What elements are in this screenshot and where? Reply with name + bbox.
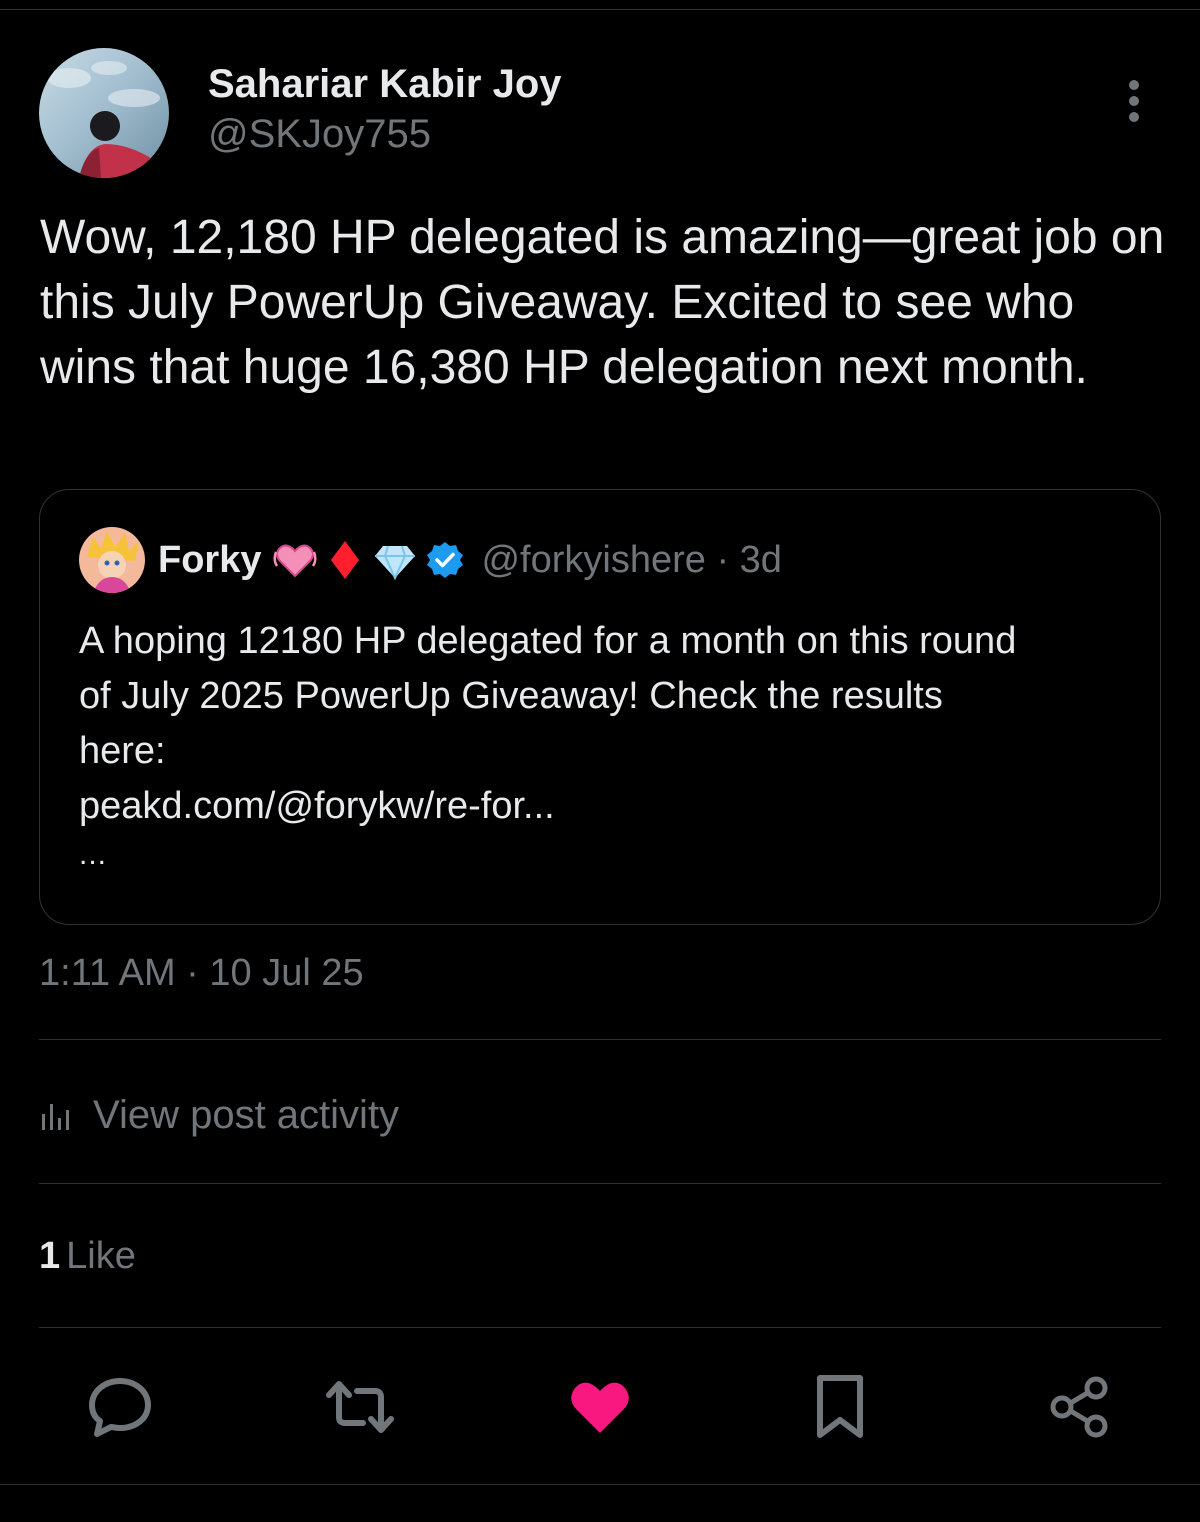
view-post-activity-button[interactable]: View post activity xyxy=(39,1085,399,1145)
bottom-divider xyxy=(0,1484,1200,1485)
author-avatar[interactable] xyxy=(39,48,169,178)
quote-handle-and-time: @forkyishere · 3d xyxy=(481,538,782,581)
likes-count: 1 xyxy=(39,1235,61,1277)
like-button[interactable] xyxy=(565,1372,635,1442)
top-divider xyxy=(0,9,1200,10)
quote-text-line: of July 2025 PowerUp Giveaway! Check the… xyxy=(79,675,943,717)
divider xyxy=(39,1039,1161,1040)
post-timestamp[interactable]: 1:11 AM · 10 Jul 25 xyxy=(39,952,364,995)
bookmark-button[interactable] xyxy=(805,1372,875,1442)
likes-count-link[interactable]: 1 Like xyxy=(39,1235,136,1278)
repost-button[interactable] xyxy=(325,1372,395,1442)
more-vertical-icon xyxy=(1129,80,1139,122)
quote-author-name: Forky xyxy=(158,538,262,581)
post-detail-page: Sahariar Kabir Joy @SKJoy755 Wow, 12,180… xyxy=(0,0,1200,1522)
like-icon xyxy=(571,1382,629,1433)
repost-icon xyxy=(326,1381,394,1433)
reply-button[interactable] xyxy=(85,1372,155,1442)
author-handle[interactable]: @SKJoy755 xyxy=(208,112,431,157)
gem-emoji xyxy=(375,545,416,581)
heart-pulse-emoji xyxy=(273,544,317,578)
bookmark-icon xyxy=(817,1375,863,1438)
quote-text-line: here: xyxy=(79,730,166,772)
red-diamond-emoji xyxy=(331,541,360,579)
quoted-post-card[interactable]: Forky @forkyishere · 3d A hoping 12180 H xyxy=(39,489,1161,925)
divider xyxy=(39,1327,1161,1328)
view-post-activity-label: View post activity xyxy=(93,1092,400,1137)
author-name[interactable]: Sahariar Kabir Joy xyxy=(208,62,562,107)
share-button[interactable] xyxy=(1044,1372,1114,1442)
quote-text: A hoping 12180 HP delegated for a month … xyxy=(79,614,1139,834)
likes-label: Like xyxy=(66,1235,136,1277)
quote-link[interactable]: peakd.com/@forykw/re-for... xyxy=(79,779,1139,834)
quote-author-avatar xyxy=(79,527,145,593)
reply-icon xyxy=(89,1378,151,1437)
share-icon xyxy=(1050,1376,1108,1438)
quote-text-line: A hoping 12180 HP delegated for a month … xyxy=(79,620,1017,662)
verified-badge-icon xyxy=(427,542,464,578)
divider xyxy=(39,1183,1161,1184)
quote-truncation-ellipsis: ... xyxy=(79,838,108,871)
post-text: Wow, 12,180 HP delegated is amazing—grea… xyxy=(40,211,1165,394)
analytics-bar-icon xyxy=(42,1104,69,1130)
more-options-button[interactable] xyxy=(1116,76,1152,126)
quote-header: Forky @forkyishere · 3d xyxy=(158,536,782,584)
